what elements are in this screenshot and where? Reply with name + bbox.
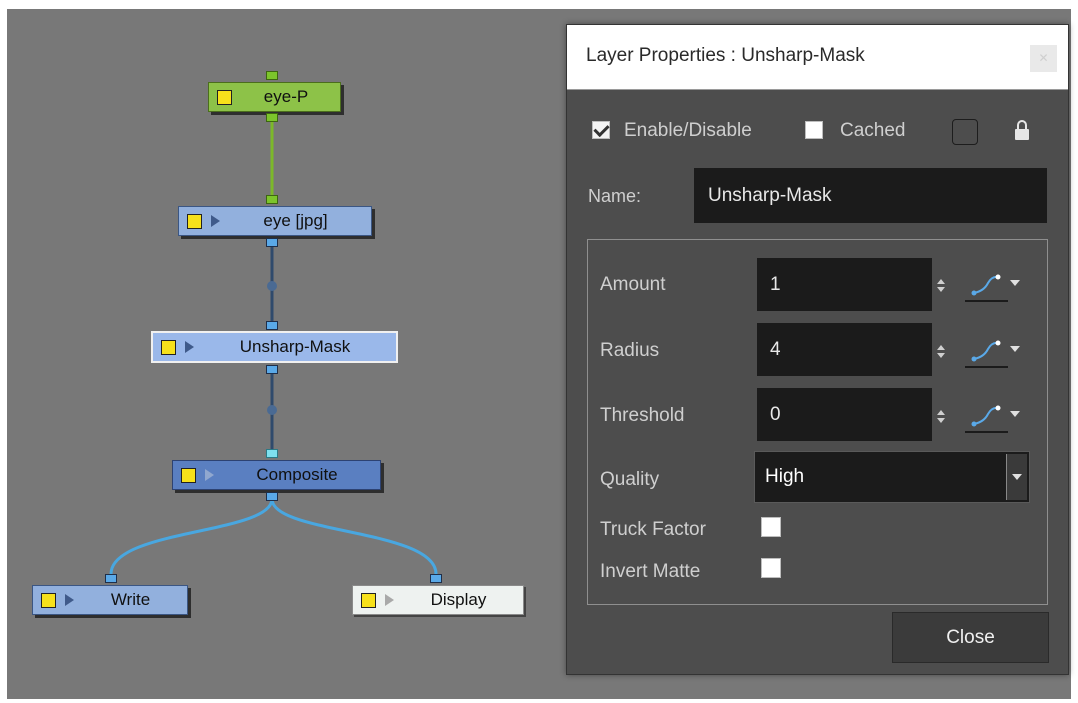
node-label: Write [110,590,151,609]
expand-arrow-icon[interactable] [185,341,194,353]
enable-checkbox[interactable] [592,121,610,139]
quality-select[interactable]: High [754,451,1030,503]
wire-composite-write [109,498,274,575]
threshold-label: Threshold [600,405,685,426]
node-eye-p-input-port[interactable] [266,71,278,80]
node-eye-p[interactable]: eye-P [208,82,341,112]
amount-label: Amount [600,274,666,295]
lock-icon[interactable] [1015,120,1029,142]
color-swatch[interactable] [952,119,978,145]
node-label: eye [jpg] [263,211,328,230]
node-write-input-port[interactable] [105,574,117,583]
node-enable-checkbox[interactable] [217,89,232,105]
dialog-titlebar[interactable]: Layer Properties : Unsharp-Mask ✕ [567,25,1068,90]
threshold-spin-icon[interactable] [937,410,945,424]
layer-properties-dialog: Layer Properties : Unsharp-Mask ✕ Enable… [566,24,1069,675]
threshold-function-curve-icon[interactable] [958,392,1028,440]
amount-function-curve-icon[interactable] [958,261,1028,309]
node-enable-checkbox[interactable] [161,339,176,355]
node-unsharp-mask[interactable]: Unsharp-Mask [151,331,398,363]
chevron-down-icon[interactable] [1006,454,1027,500]
radius-label: Radius [600,340,660,361]
radius-spin-icon[interactable] [937,345,945,359]
name-input[interactable] [694,168,1047,223]
node-display[interactable]: Display [352,585,524,615]
cached-checkbox[interactable] [805,121,823,139]
node-display-input-port[interactable] [430,574,442,583]
dialog-title: Layer Properties : Unsharp-Mask [586,45,865,66]
wire-composite-display [270,498,438,575]
truck-factor-checkbox[interactable] [761,517,781,537]
quality-label: Quality [600,469,660,490]
expand-arrow-icon[interactable] [385,594,394,606]
node-composite-output-port[interactable] [266,492,278,501]
node-unsharp-input-port[interactable] [266,321,278,330]
threshold-field[interactable] [757,388,932,441]
node-label: eye-P [263,87,309,106]
node-write[interactable]: Write [32,585,188,615]
enable-label: Enable/Disable [624,120,752,141]
node-composite-input-port[interactable] [266,449,278,458]
expand-arrow-icon[interactable] [205,469,214,481]
node-label: Unsharp-Mask [239,337,351,356]
wire-dot [267,281,277,291]
node-eye-jpg[interactable]: eye [jpg] [178,206,372,236]
invert-matte-label: Invert Matte [600,561,701,582]
node-unsharp-output-port[interactable] [266,365,278,374]
radius-function-curve-icon[interactable] [958,327,1028,375]
invert-matte-checkbox[interactable] [761,558,781,578]
close-button[interactable]: Close [892,612,1049,663]
cached-label: Cached [840,120,906,141]
node-eye-p-output-port[interactable] [266,113,278,122]
node-enable-checkbox[interactable] [187,213,202,229]
quality-value: High [765,466,805,487]
close-icon[interactable]: ✕ [1030,45,1057,72]
node-enable-checkbox[interactable] [41,592,56,608]
amount-field[interactable] [757,258,932,311]
name-label: Name: [588,186,642,206]
expand-arrow-icon[interactable] [65,594,74,606]
wire-dot [267,405,277,415]
node-enable-checkbox[interactable] [361,592,376,608]
node-label: Display [430,590,487,609]
expand-arrow-icon[interactable] [211,215,220,227]
node-composite[interactable]: Composite [172,460,381,490]
radius-field[interactable] [757,323,932,376]
node-enable-checkbox[interactable] [181,467,196,483]
node-label: Composite [256,465,338,484]
amount-spin-icon[interactable] [937,279,945,293]
node-eye-output-port[interactable] [266,238,278,247]
truck-factor-label: Truck Factor [600,519,706,540]
node-eye-input-port[interactable] [266,195,278,204]
